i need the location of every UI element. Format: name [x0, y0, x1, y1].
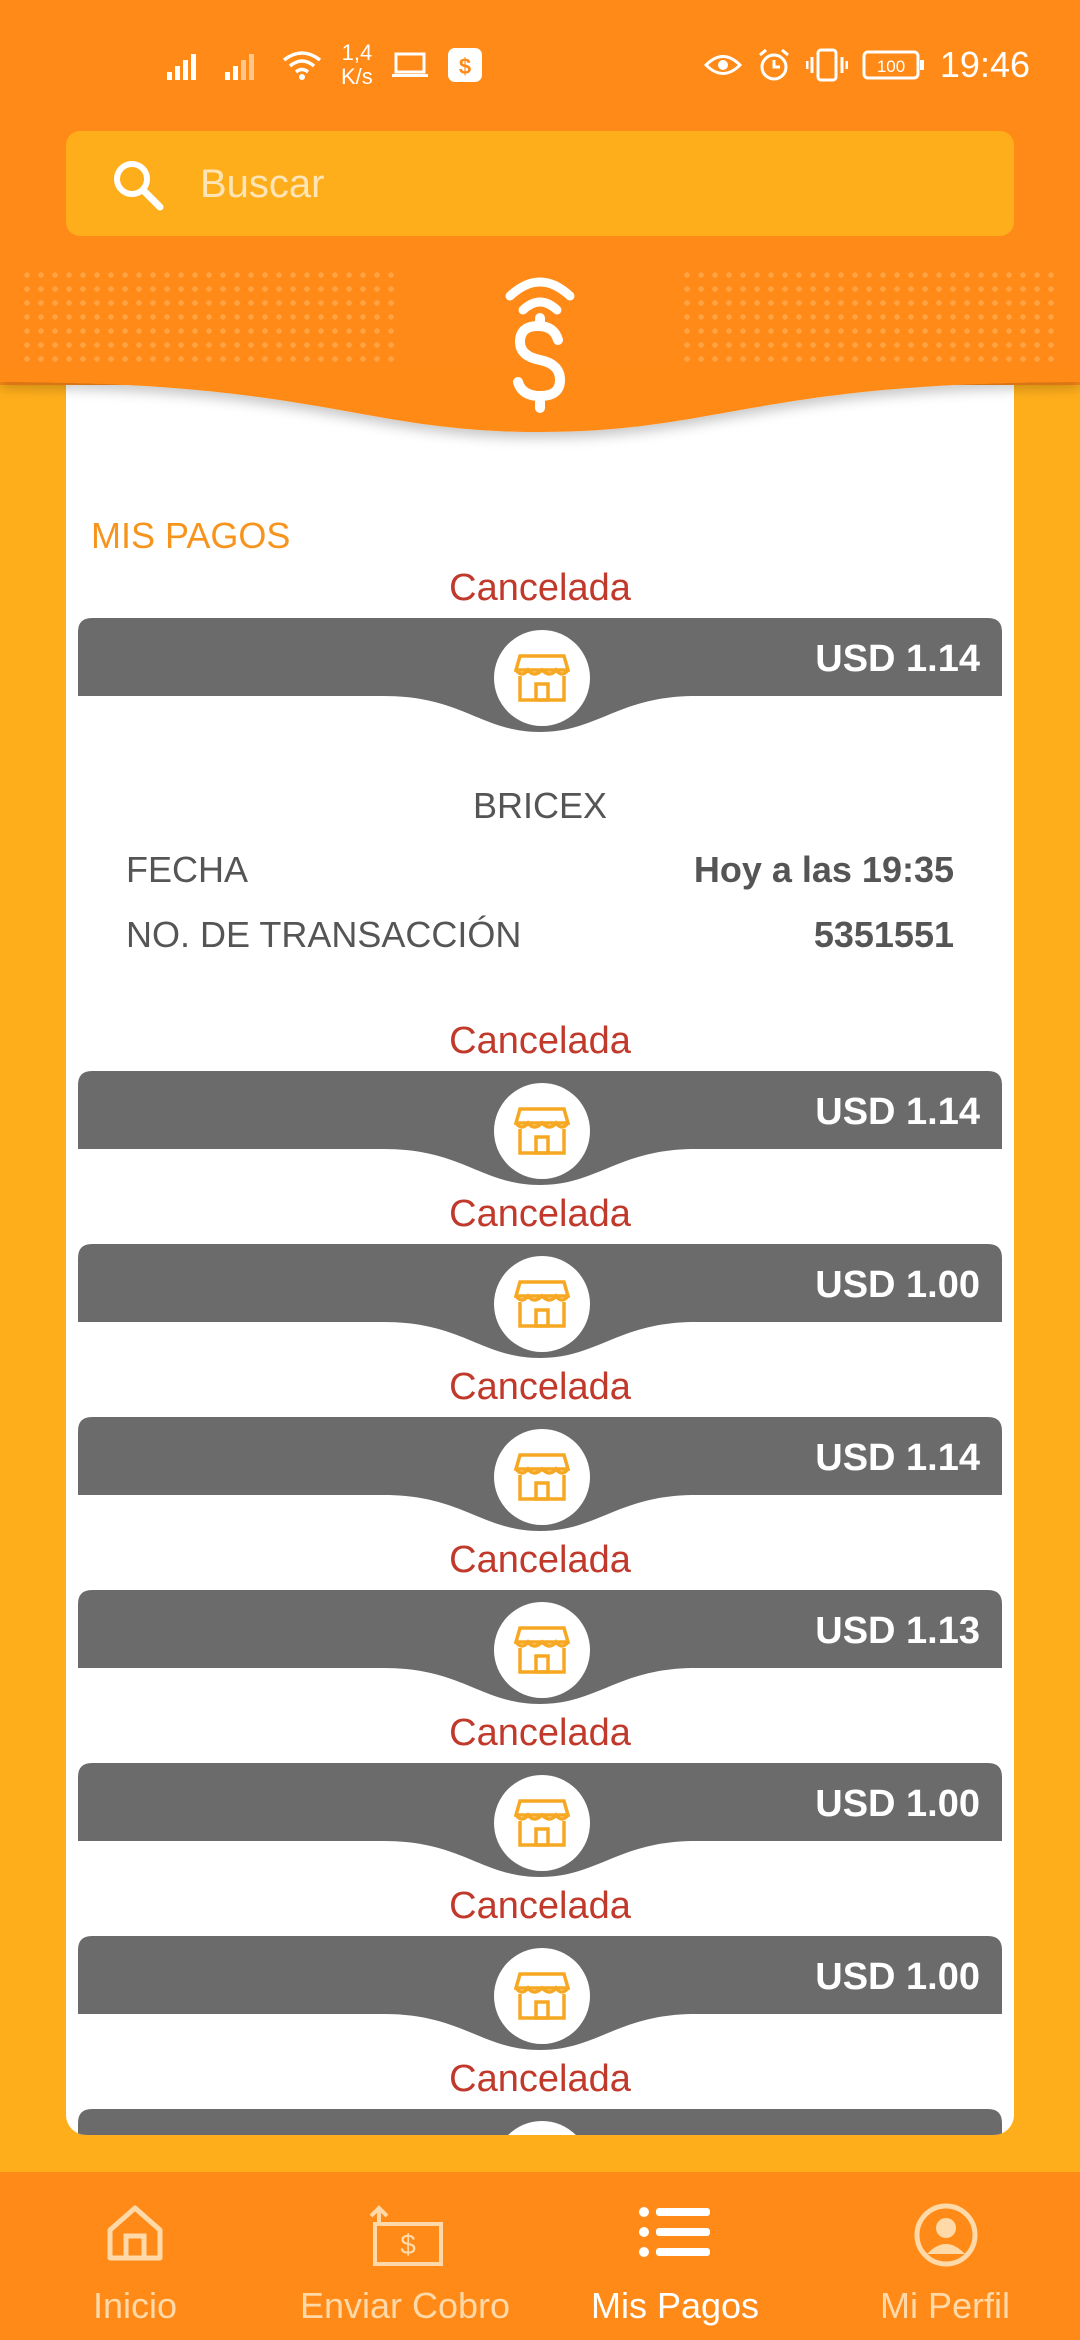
status-bar: 1,4 K/s $ 100 19:46 — [0, 0, 1080, 130]
wifi-icon — [282, 51, 322, 80]
store-icon-badge — [494, 630, 590, 726]
payment-status: Cancelada — [449, 1885, 631, 1927]
profile-icon — [914, 2203, 978, 2267]
svg-text:100: 100 — [877, 57, 905, 76]
store-icon-badge — [494, 1429, 590, 1525]
payment-amount: USD 1.00 — [815, 1264, 980, 1306]
payment-row[interactable]: USD 1.00 — [78, 1936, 1002, 2066]
payments-card: MIS PAGOS Cancelada USD 1.14 BRICEX FECH… — [66, 380, 1014, 2135]
search-bar[interactable] — [66, 131, 1014, 238]
svg-text:$: $ — [459, 54, 471, 79]
app-logo-icon — [505, 277, 575, 413]
search-icon[interactable] — [108, 155, 168, 215]
store-icon — [514, 1799, 570, 1847]
search-input[interactable] — [198, 131, 982, 238]
alarm-icon — [758, 48, 789, 81]
payment-row[interactable] — [78, 2109, 1002, 2135]
store-icon — [514, 654, 570, 702]
nav-mis-pagos[interactable]: Mis Pagos — [540, 2172, 810, 2340]
payment-status: Cancelada — [449, 1712, 631, 1754]
payment-row[interactable]: USD 1.14 — [78, 1417, 1002, 1547]
eye-icon — [703, 55, 742, 75]
vibrate-icon — [805, 48, 848, 82]
payment-amount: USD 1.00 — [815, 1956, 980, 1998]
app-notification-icon: $ — [447, 48, 482, 82]
section-title: MIS PAGOS — [91, 515, 291, 556]
store-icon-badge — [494, 1948, 590, 2044]
battery-icon: 100 — [862, 50, 924, 80]
nav-enviar-cobro[interactable]: $ Enviar Cobro — [270, 2172, 540, 2340]
store-icon — [514, 1972, 570, 2020]
payment-status: Cancelada — [449, 1020, 631, 1062]
transaction-value: 5351551 — [813, 914, 954, 955]
payment-row[interactable]: USD 1.13 — [78, 1590, 1002, 1720]
store-icon-badge — [494, 1083, 590, 1179]
payment-status: Cancelada — [449, 1193, 631, 1235]
payment-status: Cancelada — [449, 1366, 631, 1408]
store-icon-badge — [494, 1256, 590, 1352]
transaction-label: NO. DE TRANSACCIÓN — [126, 914, 522, 955]
merchant-name: BRICEX — [472, 785, 608, 826]
header-pattern-right — [680, 268, 1060, 368]
payment-amount: USD 1.14 — [815, 638, 980, 680]
header-pattern-left — [20, 268, 400, 368]
clock: 19:46 — [939, 44, 1030, 85]
store-icon — [514, 1626, 570, 1674]
payment-status: Cancelada — [449, 2058, 631, 2100]
signal-icon-2 — [225, 54, 254, 80]
store-icon-badge — [494, 1602, 590, 1698]
payment-amount: USD 1.00 — [815, 1783, 980, 1825]
payment-amount: USD 1.13 — [815, 1610, 980, 1652]
nav-label: Enviar Cobro — [299, 2285, 511, 2326]
signal-icon — [167, 54, 196, 80]
send-payment-icon: $ — [369, 2205, 443, 2266]
store-icon — [514, 1280, 570, 1328]
payment-row[interactable]: USD 1.00 — [78, 1763, 1002, 1893]
payment-amount: USD 1.14 — [815, 1091, 980, 1133]
laptop-icon — [391, 52, 428, 77]
store-icon — [514, 1107, 570, 1155]
list-icon — [639, 2207, 710, 2257]
date-value: Hoy a las 19:35 — [693, 849, 954, 890]
payment-row-expanded[interactable]: USD 1.14 — [78, 618, 1002, 748]
home-icon — [107, 2205, 163, 2261]
nav-label: Mi Perfil — [879, 2285, 1010, 2326]
bottom-navigation: Inicio $ Enviar Cobro Mis Pagos Mi Perfi… — [0, 2172, 1080, 2340]
svg-text:$: $ — [400, 2229, 416, 2260]
store-icon-badge — [494, 1775, 590, 1871]
payment-status: Cancelada — [449, 567, 631, 609]
payment-row[interactable]: USD 1.00 — [78, 1244, 1002, 1374]
store-icon — [514, 1453, 570, 1501]
network-speed: 1,4 K/s — [341, 40, 373, 89]
nav-inicio[interactable]: Inicio — [0, 2172, 270, 2340]
nav-label: Mis Pagos — [590, 2285, 760, 2326]
payment-amount: USD 1.14 — [815, 1437, 980, 1479]
date-label: FECHA — [126, 849, 249, 890]
nav-label: Inicio — [92, 2285, 178, 2326]
payment-row[interactable]: USD 1.14 — [78, 1071, 1002, 1201]
nav-mi-perfil[interactable]: Mi Perfil — [810, 2172, 1080, 2340]
payment-status: Cancelada — [449, 1539, 631, 1581]
